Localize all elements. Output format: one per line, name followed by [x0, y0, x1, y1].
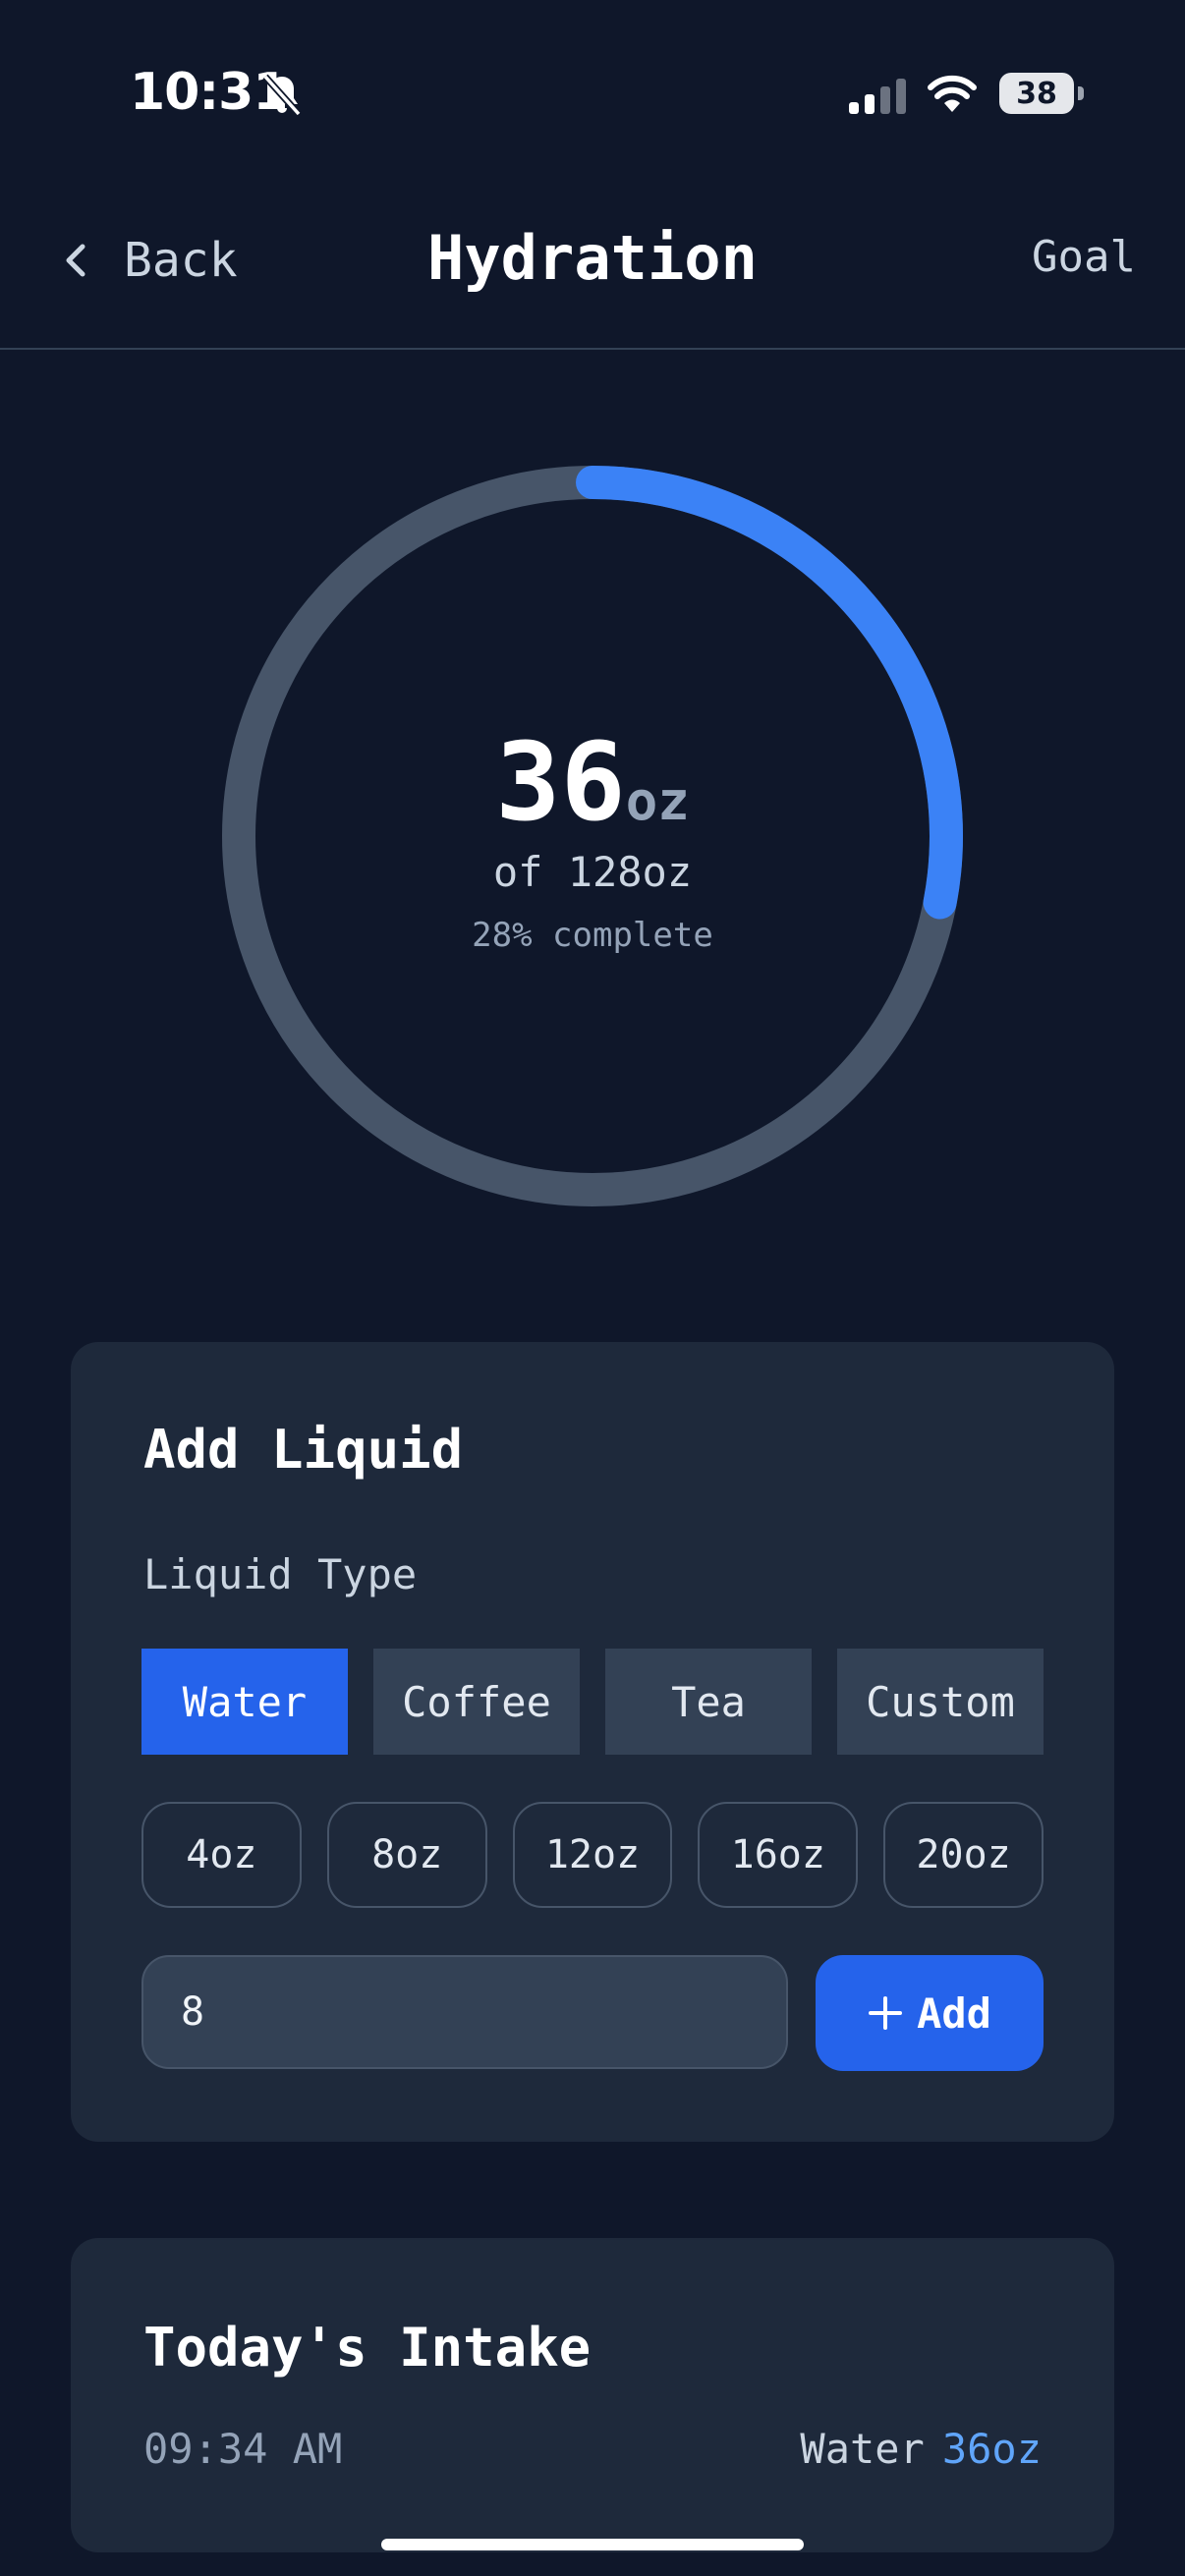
- plus-icon: [869, 1996, 903, 2030]
- percent-complete: 28% complete: [472, 915, 713, 955]
- add-liquid-title: Add Liquid: [143, 1419, 464, 1481]
- nav-divider: [0, 348, 1185, 350]
- goal-text: of 128oz: [492, 847, 693, 896]
- amount-12oz-button[interactable]: 12oz: [512, 1802, 673, 1908]
- amount-4oz-button[interactable]: 4oz: [141, 1802, 302, 1908]
- signal-icon: [847, 77, 908, 116]
- wifi-icon: [928, 73, 977, 114]
- liquid-type-selector: Water Coffee Tea Custom: [141, 1649, 1044, 1755]
- intake-entry-amount: 36oz: [941, 2425, 1042, 2473]
- page-title: Hydration: [427, 222, 758, 294]
- liquid-type-tea[interactable]: Tea: [605, 1649, 812, 1755]
- intake-entry: 09:34 AM Water 36oz: [143, 2425, 1042, 2473]
- add-button-label: Add: [917, 1988, 991, 2038]
- liquid-type-custom[interactable]: Custom: [837, 1649, 1044, 1755]
- quick-amounts: 4oz 8oz 12oz 16oz 20oz: [141, 1802, 1044, 1908]
- bell-slash-icon: [257, 71, 307, 120]
- intake-amount: 36: [495, 718, 626, 845]
- battery-icon: 38: [999, 73, 1084, 114]
- intake-entry-time: 09:34 AM: [143, 2425, 343, 2473]
- amount-20oz-button[interactable]: 20oz: [883, 1802, 1044, 1908]
- battery-level: 38: [999, 73, 1074, 114]
- amount-16oz-button[interactable]: 16oz: [698, 1802, 859, 1908]
- progress-summary: 36 oz of 128oz 28% complete: [216, 460, 969, 1212]
- amount-8oz-button[interactable]: 8oz: [326, 1802, 487, 1908]
- intake-unit: oz: [625, 769, 690, 832]
- battery-tip: [1078, 86, 1084, 100]
- add-liquid-card: Add Liquid Liquid Type Water Coffee Tea …: [71, 1342, 1114, 2142]
- liquid-type-coffee[interactable]: Coffee: [373, 1649, 580, 1755]
- amount-input[interactable]: 8: [141, 1955, 788, 2069]
- add-button[interactable]: Add: [816, 1955, 1044, 2071]
- todays-intake-title: Today's Intake: [143, 2317, 592, 2379]
- home-indicator[interactable]: [381, 2539, 804, 2550]
- liquid-type-water[interactable]: Water: [141, 1649, 348, 1755]
- todays-intake-card: Today's Intake 09:34 AM Water 36oz: [71, 2238, 1114, 2552]
- liquid-type-label: Liquid Type: [143, 1550, 418, 1598]
- intake-entry-type: Water: [800, 2425, 925, 2473]
- goal-button[interactable]: Goal: [1032, 232, 1136, 282]
